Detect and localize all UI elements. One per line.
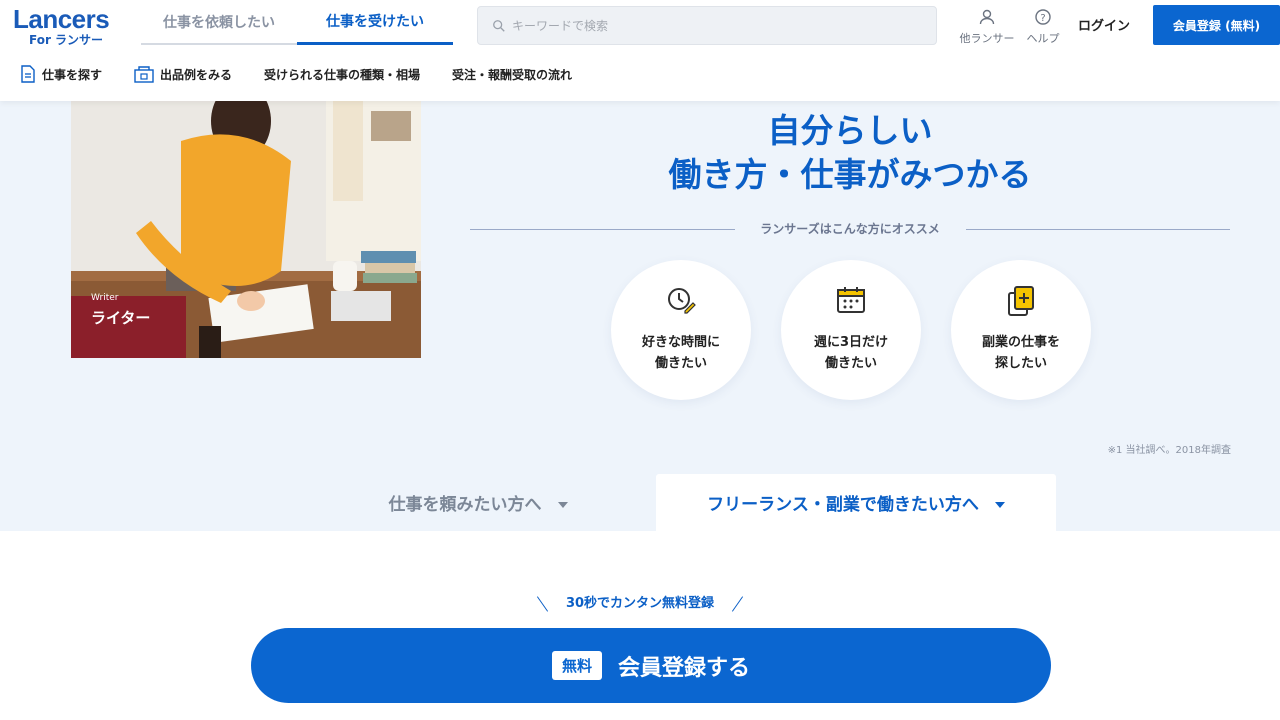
headline-line-1: 自分らしい [767, 111, 933, 150]
lancers-logo[interactable]: Lancers For ランサー [13, 4, 110, 47]
site-header: Lancers For ランサー 仕事を依頼したい 仕事を受けたい 他ランサー … [0, 0, 1280, 101]
cta-note-text: 30秒でカンタン無料登録 [565, 596, 715, 611]
search-icon [493, 19, 505, 32]
recommend-text: 週に3日だけ 働きたい [781, 332, 921, 374]
survey-note: ※1 当社調べ。2018年調査 [1107, 445, 1231, 456]
recommend-text: 好きな時間に 働きたい [611, 332, 751, 374]
sub-navigation: 仕事を探す 出品例をみる 受けられる仕事の種類・相場 受注・報酬受取の流れ [0, 58, 604, 90]
recommend-line: 好きな時間に [641, 335, 720, 350]
recommend-line: 働きたい [654, 356, 707, 371]
search-bar[interactable] [477, 6, 937, 45]
caret-down-icon [994, 501, 1005, 508]
recommend-line: 働きたい [824, 356, 877, 371]
person-icon [979, 9, 995, 25]
login-link[interactable]: ログイン [1078, 15, 1130, 34]
hero-section: Writer ライター 自分らしい 働き方・仕事がみつかる ランサーズはこんな方… [0, 101, 1280, 531]
recommend-line: 副業の仕事を [981, 335, 1060, 350]
tab-receive-work[interactable]: 仕事を受けたい [297, 0, 453, 45]
hero-headline: 自分らしい 働き方・仕事がみつかる [470, 109, 1230, 197]
tab-label: 仕事を頼みたい方へ [388, 495, 542, 515]
help-label: ヘルプ [1026, 32, 1060, 45]
logo-text: Lancers [13, 4, 110, 34]
tab-label: フリーランス・副業で働きたい方へ [707, 495, 979, 515]
subnav-label: 受けられる仕事の種類・相場 [264, 67, 421, 82]
add-document-icon [1008, 286, 1034, 316]
recommend-line: 週に3日だけ [813, 335, 889, 350]
recommend-text: 副業の仕事を 探したい [951, 332, 1091, 374]
slash-decoration [731, 595, 743, 612]
tab-request-work[interactable]: 仕事を依頼したい [141, 0, 297, 45]
subnav-examples[interactable]: 出品例をみる [134, 65, 232, 83]
cta-label: 会員登録する [618, 655, 751, 681]
logo-subtext: For ランサー [29, 33, 104, 47]
document-icon [21, 65, 35, 83]
clock-pen-icon [668, 288, 696, 314]
tab-for-freelancers[interactable]: フリーランス・副業で働きたい方へ [656, 474, 1056, 531]
tab-for-clients[interactable]: 仕事を頼みたい方へ [300, 474, 656, 531]
subnav-label: 仕事を探す [42, 67, 103, 82]
headline-line-2: 働き方・仕事がみつかる [668, 155, 1032, 194]
caret-down-icon [557, 501, 568, 508]
subnav-label: 出品例をみる [160, 67, 233, 82]
help-link[interactable]: ? ヘルプ [1012, 8, 1074, 46]
subnav-flow[interactable]: 受注・報酬受取の流れ [452, 66, 572, 83]
recommend-three-days: 週に3日だけ 働きたい [781, 260, 921, 400]
register-button[interactable]: 会員登録 (無料) [1153, 5, 1280, 45]
recommend-label: ランサーズはこんな方にオススメ [470, 220, 1230, 237]
recommend-side-job: 副業の仕事を 探したい [951, 260, 1091, 400]
subnav-label: 受注・報酬受取の流れ [452, 67, 573, 82]
photo-caption-en: Writer [91, 293, 119, 303]
other-lancers-label: 他ランサー [959, 32, 1015, 45]
subnav-job-types[interactable]: 受けられる仕事の種類・相場 [264, 66, 420, 83]
shop-icon [134, 66, 154, 83]
register-cta-button[interactable]: 無料 会員登録する [251, 628, 1051, 703]
free-badge: 無料 [551, 651, 602, 680]
other-lancers-link[interactable]: 他ランサー [956, 8, 1018, 46]
writer-photo: Writer ライター [71, 101, 421, 358]
subnav-find-work[interactable]: 仕事を探す [20, 65, 102, 83]
calendar-icon [837, 287, 865, 313]
photo-caption: ライター [91, 309, 151, 327]
recommend-flexible-time: 好きな時間に 働きたい [611, 260, 751, 400]
help-icon: ? [1035, 9, 1051, 25]
slash-decoration [537, 595, 549, 612]
search-input[interactable] [512, 18, 912, 33]
cta-note: 30秒でカンタン無料登録 [0, 592, 1280, 613]
recommend-text: ランサーズはこんな方にオススメ [748, 222, 952, 236]
recommend-line: 探したい [994, 356, 1047, 371]
svg-text:?: ? [1040, 13, 1045, 24]
